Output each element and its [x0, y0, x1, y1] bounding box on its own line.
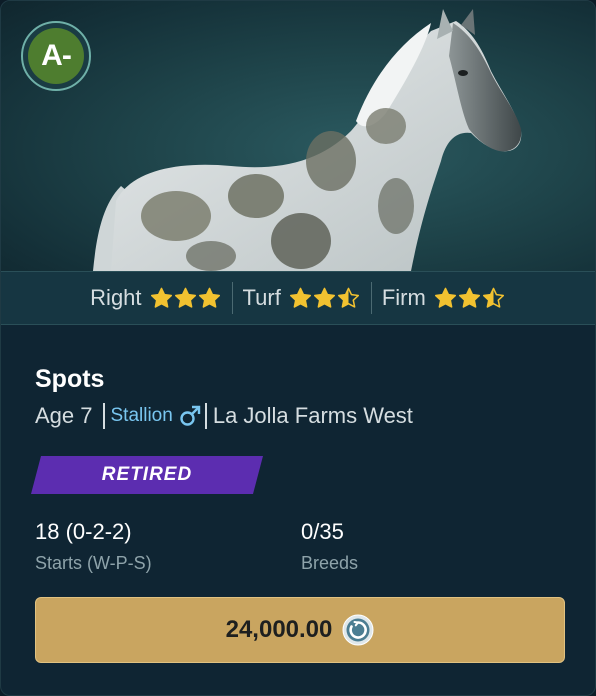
- star-rating: [289, 287, 361, 309]
- preferences-bar: Right Turf Firm: [1, 271, 595, 325]
- buy-price-button[interactable]: 24,000.00: [35, 597, 565, 663]
- star-rating: [150, 287, 222, 309]
- divider: [102, 403, 105, 429]
- breeds-value: 0/35: [301, 519, 344, 544]
- starts-value: 18 (0-2-2): [35, 519, 132, 544]
- coin-icon: [342, 614, 374, 646]
- star-full-icon: [289, 287, 311, 308]
- horse-image-panel: A-: [1, 1, 595, 271]
- star-full-icon: [174, 287, 196, 308]
- preference-surface: Turf: [233, 285, 371, 311]
- star-full-icon: [313, 287, 335, 308]
- gender-label: Stallion: [110, 405, 173, 426]
- horse-gender: Stallion: [111, 405, 201, 427]
- price-amount: 24,000.00: [225, 616, 333, 643]
- horse-age: Age 7: [35, 403, 93, 428]
- star-rating: [434, 287, 506, 309]
- breeds-label: Breeds: [301, 553, 359, 573]
- star-full-icon: [150, 287, 172, 308]
- horse-card[interactable]: A- Right Turf Firm Spots Age 7 Stallion: [0, 0, 596, 696]
- breeds-stat: 0/35 Breeds: [301, 519, 358, 574]
- preference-label: Right: [90, 285, 142, 310]
- star-full-icon: [198, 287, 220, 308]
- divider: [204, 403, 207, 429]
- preference-label: Firm: [381, 285, 426, 310]
- preference-condition: Firm: [372, 285, 516, 311]
- stable-name: La Jolla Farms West: [212, 403, 413, 428]
- grade-value: A-: [28, 28, 84, 84]
- horse-meta: Age 7 Stallion La Jolla Farms West: [35, 403, 413, 429]
- status-label: RETIRED: [101, 464, 193, 485]
- grade-badge: A-: [21, 21, 91, 91]
- horse-illustration: [93, 9, 522, 271]
- star-half-icon: [337, 287, 359, 308]
- status-badge: RETIRED: [31, 456, 263, 494]
- starts-stat: 18 (0-2-2) Starts (W-P-S): [35, 519, 152, 574]
- star-full-icon: [434, 287, 456, 308]
- preference-direction: Right: [80, 285, 231, 311]
- male-icon: [180, 405, 201, 426]
- star-half-icon: [482, 287, 504, 308]
- horse-name: Spots: [35, 365, 105, 393]
- preference-label: Turf: [242, 285, 281, 310]
- starts-label: Starts (W-P-S): [35, 553, 152, 573]
- star-full-icon: [458, 287, 480, 308]
